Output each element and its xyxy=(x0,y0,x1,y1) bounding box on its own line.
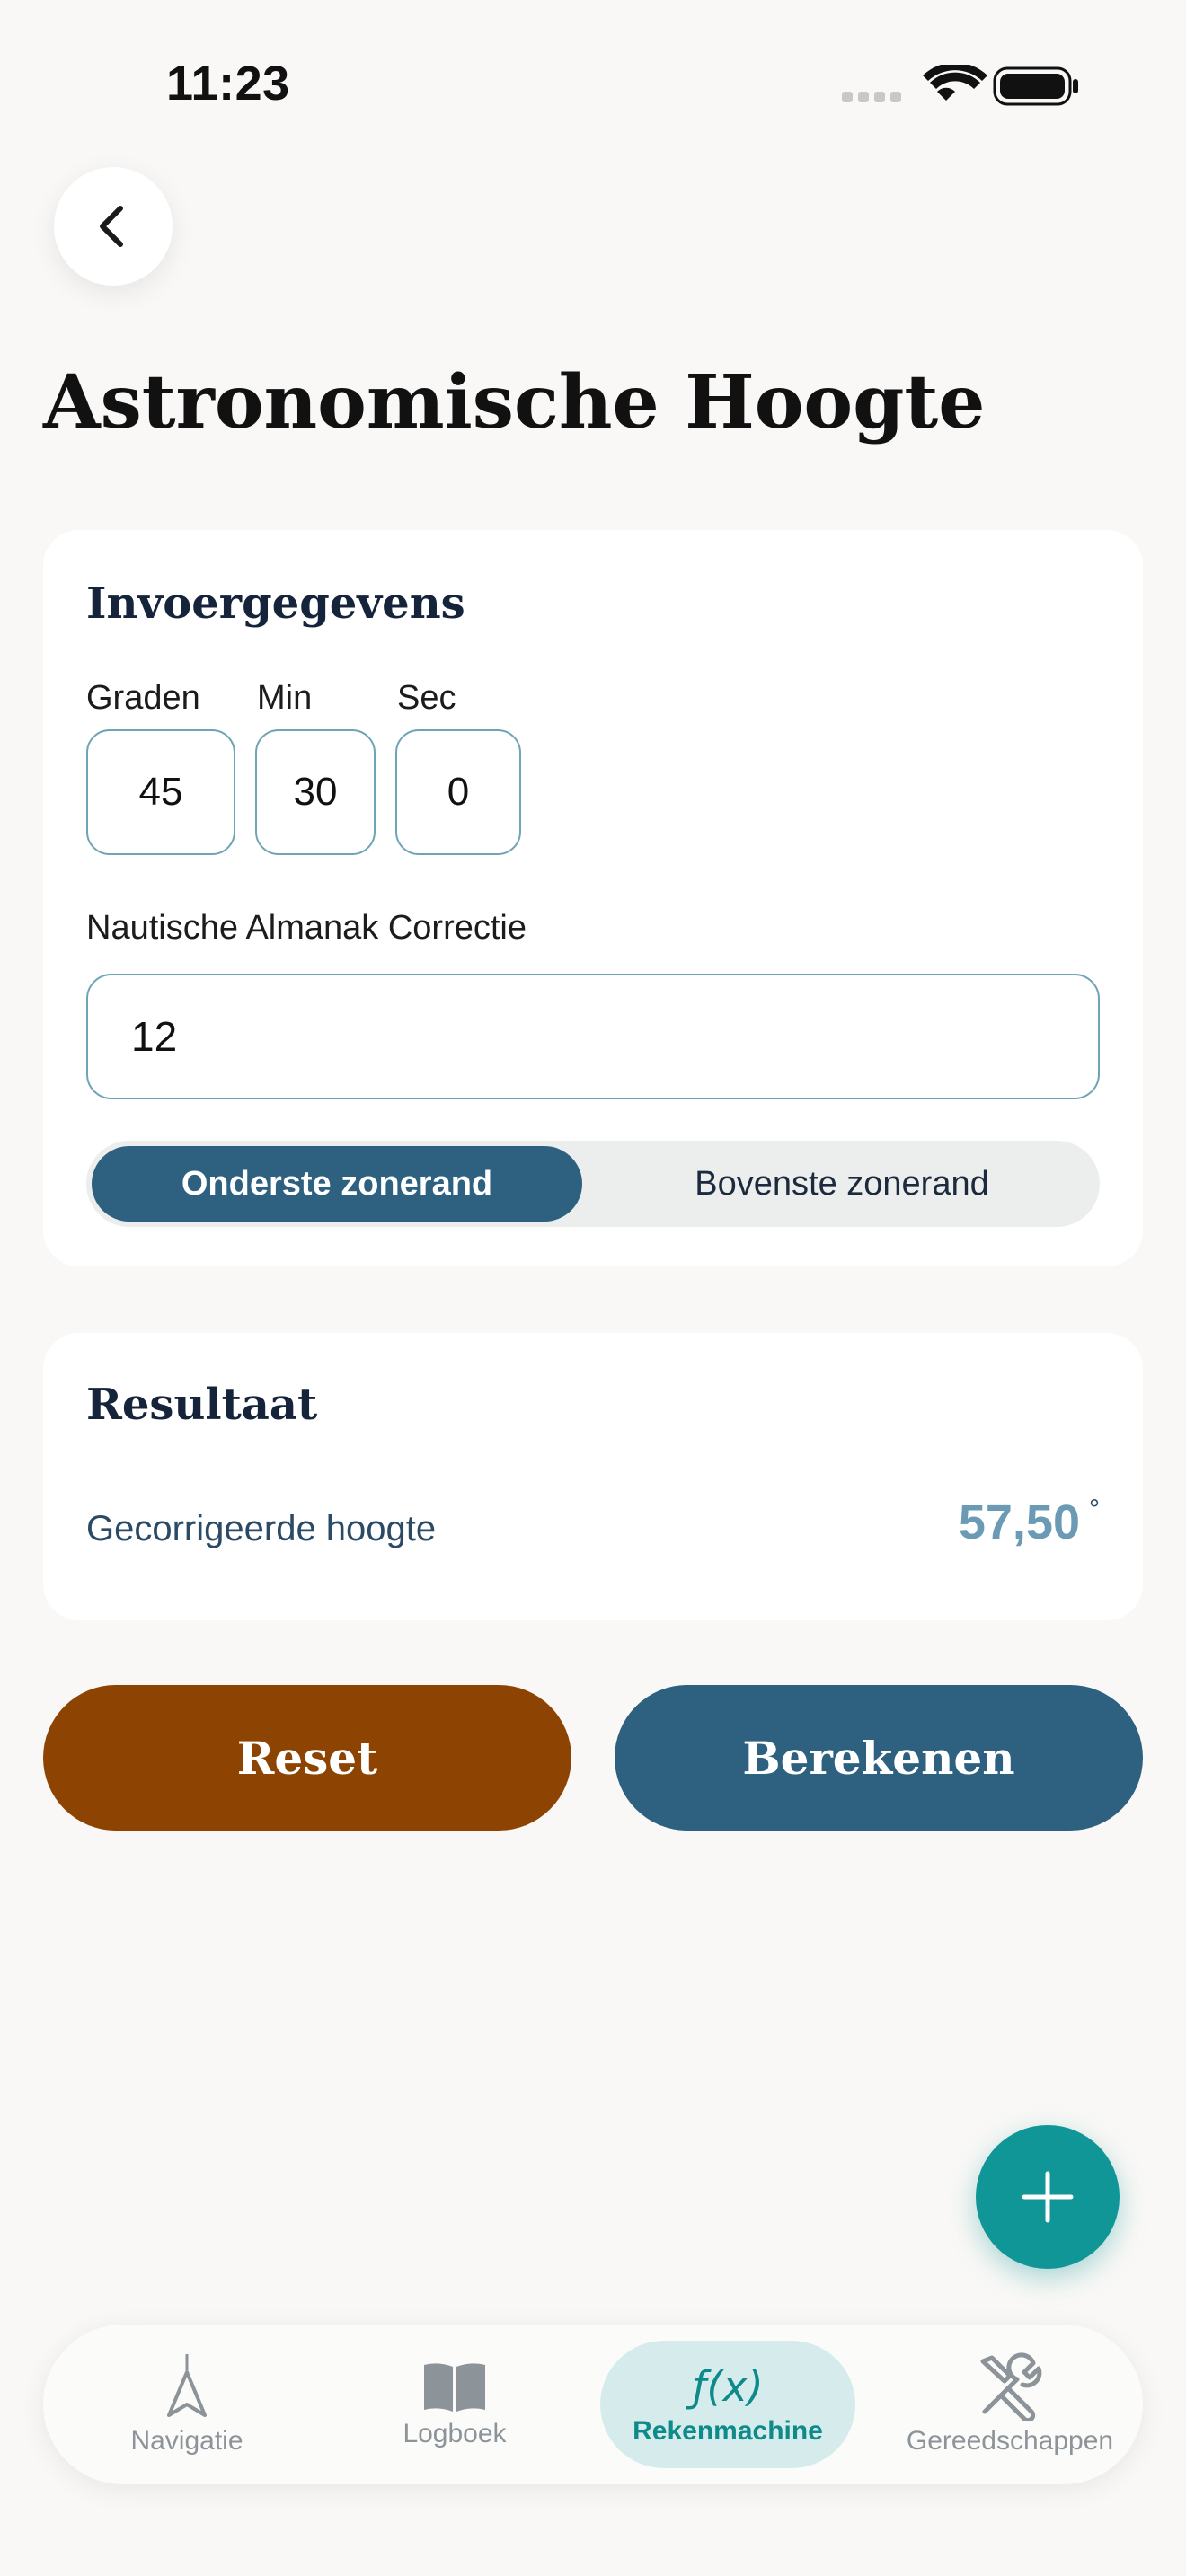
limb-toggle: Onderste zonerand Bovenste zonerand xyxy=(86,1141,1100,1227)
page-title: Astronomische Hoogte xyxy=(43,359,986,446)
battery-icon xyxy=(993,66,1078,106)
result-card: Resultaat Gecorrigeerde hoogte 57,50 ° xyxy=(43,1333,1143,1620)
minutes-input[interactable] xyxy=(255,729,376,855)
correction-input[interactable] xyxy=(86,974,1100,1099)
tab-logboek[interactable]: Logboek xyxy=(350,2325,559,2484)
reset-button[interactable]: Reset xyxy=(43,1685,571,1831)
chevron-left-icon xyxy=(100,206,123,247)
open-book-icon xyxy=(424,2363,485,2412)
tab-label-navigatie: Navigatie xyxy=(130,2426,243,2456)
seconds-input[interactable] xyxy=(395,729,521,855)
minutes-label: Min xyxy=(257,679,313,717)
tab-navigatie[interactable]: Navigatie xyxy=(83,2325,291,2484)
tab-label-rekenmachine: Rekenmachine xyxy=(633,2416,823,2446)
wifi-icon xyxy=(923,62,987,101)
add-button[interactable] xyxy=(976,2125,1120,2269)
tab-rekenmachine[interactable]: ƒ(x) Rekenmachine xyxy=(600,2325,855,2484)
back-button[interactable] xyxy=(54,167,173,286)
cellular-signal-icon xyxy=(842,92,901,102)
tab-bar: Navigatie Logboek ƒ(x) Rekenmachine Gere… xyxy=(43,2325,1143,2484)
seconds-label: Sec xyxy=(397,679,456,717)
tab-label-gereedschappen: Gereedschappen xyxy=(906,2426,1114,2456)
degrees-label: Graden xyxy=(86,679,200,717)
status-icons xyxy=(840,62,1083,110)
input-card-heading: Invoergegevens xyxy=(86,578,465,629)
tools-icon xyxy=(980,2352,1042,2421)
result-value-group: 57,50 ° xyxy=(959,1495,1100,1550)
result-label: Gecorrigeerde hoogte xyxy=(86,1509,437,1548)
status-time: 11:23 xyxy=(166,57,290,110)
degrees-input[interactable] xyxy=(86,729,235,855)
result-unit: ° xyxy=(1089,1495,1100,1524)
tab-gereedschappen[interactable]: Gereedschappen xyxy=(893,2325,1127,2484)
result-value: 57,50 xyxy=(958,1495,1080,1549)
function-icon: ƒ(x) xyxy=(692,2362,764,2411)
upper-limb-option[interactable]: Bovenste zonerand xyxy=(589,1146,1094,1222)
tab-label-logboek: Logboek xyxy=(403,2419,507,2448)
calculate-button[interactable]: Berekenen xyxy=(615,1685,1143,1831)
result-card-heading: Resultaat xyxy=(86,1380,318,1430)
plus-icon xyxy=(1022,2171,1074,2223)
lower-limb-option[interactable]: Onderste zonerand xyxy=(92,1146,582,1222)
correction-label: Nautische Almanak Correctie xyxy=(86,909,527,947)
navigation-arrow-icon xyxy=(167,2354,207,2417)
